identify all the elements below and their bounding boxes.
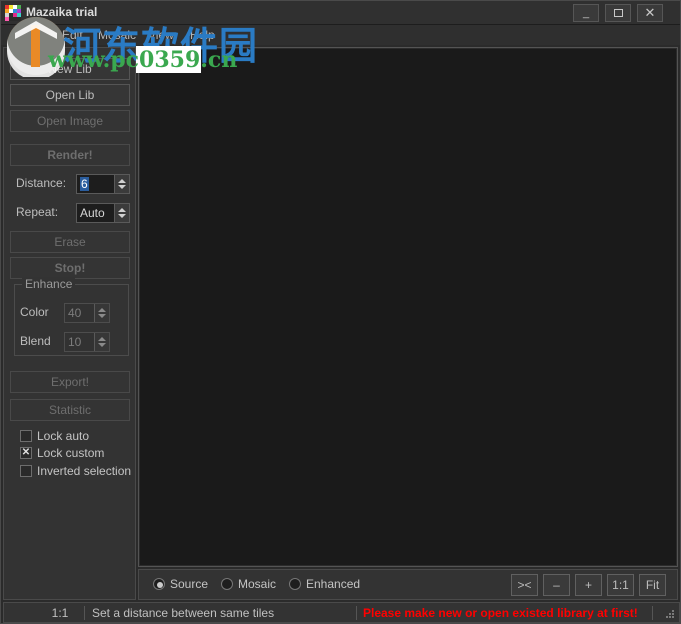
status-hint: Set a distance between same tiles [92,606,275,620]
open-image-button[interactable]: Open Image [10,110,130,132]
mosaic-grid-icon [5,5,21,21]
inverted-selection-label: Inverted selection [37,464,132,478]
color-field-row: Color 40 [20,303,140,323]
status-zoom-level: 1:1 [51,606,69,620]
radio-source-label: Source [170,577,209,591]
blend-field-row: Blend 10 [20,332,140,352]
radio-mosaic-dot[interactable] [221,578,233,590]
new-lib-button[interactable]: New Lib [10,58,130,80]
distance-stepper[interactable]: 6 [76,174,130,194]
status-divider-1 [84,606,85,620]
zoom-fit-button[interactable]: Fit [639,574,666,596]
application-window: Mazaika trial _ ✕ File Edit Mosaic View … [0,0,681,624]
export-button[interactable]: Export! [10,371,130,393]
menu-item-view[interactable]: View [143,27,179,43]
distance-spinner-arrows[interactable] [114,175,129,193]
chevron-up-icon[interactable] [98,308,106,312]
maximize-button[interactable] [605,4,631,22]
stop-button[interactable]: Stop! [10,257,130,279]
status-bar: 1:1 Set a distance between same tiles Pl… [3,602,680,623]
zoom-in-button[interactable]: + [575,574,602,596]
repeat-spinner-arrows[interactable] [114,204,129,222]
open-lib-button[interactable]: Open Lib [10,84,130,106]
color-label: Color [20,305,49,319]
color-spinner-arrows[interactable] [94,304,109,322]
color-input[interactable]: 40 [65,304,94,322]
chevron-down-icon[interactable] [118,185,126,189]
radio-source-dot[interactable] [153,578,165,590]
menu-item-file[interactable]: File [23,27,52,43]
lock-auto-label: Lock auto [37,429,90,443]
distance-input[interactable]: 6 [77,175,114,193]
statistic-button[interactable]: Statistic [10,399,130,421]
blend-stepper[interactable]: 10 [64,332,110,352]
close-button[interactable]: ✕ [637,4,663,22]
status-divider-3 [652,606,653,620]
chevron-down-icon[interactable] [98,314,106,318]
resize-grip-icon[interactable] [664,608,676,620]
radio-enhanced-dot[interactable] [289,578,301,590]
title-bar: Mazaika trial _ ✕ [1,1,680,25]
zoom-actual-size-button[interactable]: 1:1 [607,574,634,596]
repeat-input[interactable]: Auto [77,204,114,222]
render-button[interactable]: Render! [10,144,130,166]
sidebar-panel: New Lib Open Lib Open Image Render! Dist… [3,47,136,600]
enhance-group-label: Enhance [22,277,76,291]
blend-label: Blend [20,334,51,348]
lock-custom-label: Lock custom [37,446,105,460]
chevron-up-icon[interactable] [98,337,106,341]
radio-enhanced-label: Enhanced [306,577,361,591]
chevron-up-icon[interactable] [118,179,126,183]
status-warning-message: Please make new or open existed library … [363,606,638,620]
window-title: Mazaika trial [26,5,98,19]
zoom-fit-width-button[interactable]: >< [511,574,538,596]
image-canvas[interactable] [140,49,676,565]
chevron-down-icon[interactable] [98,343,106,347]
chevron-down-icon[interactable] [118,214,126,218]
view-toolbar: Source Mosaic Enhanced >< – + 1:1 Fit [138,569,678,600]
chevron-up-icon[interactable] [118,208,126,212]
menu-item-help[interactable]: Help [185,27,220,43]
lock-auto-checkbox[interactable] [20,430,32,442]
color-stepper[interactable]: 40 [64,303,110,323]
menu-item-mosaic[interactable]: Mosaic [93,27,141,43]
blend-spinner-arrows[interactable] [94,333,109,351]
status-divider-2 [356,606,357,620]
zoom-out-button[interactable]: – [543,574,570,596]
menu-bar: File Edit Mosaic View Help [1,25,680,45]
repeat-field-row: Repeat: Auto [10,203,130,223]
distance-label: Distance: [16,176,67,190]
repeat-stepper[interactable]: Auto [76,203,130,223]
repeat-label: Repeat: [16,205,59,219]
maximize-icon [613,9,623,18]
inverted-selection-checkbox[interactable] [20,465,32,477]
image-canvas-panel[interactable] [138,47,678,567]
distance-field-row: Distance: 6 [10,174,130,194]
minimize-button[interactable]: _ [573,4,599,22]
lock-custom-checkbox[interactable]: ✕ [20,447,32,459]
radio-mosaic-label: Mosaic [238,577,277,591]
erase-button[interactable]: Erase [10,231,130,253]
blend-input[interactable]: 10 [65,333,94,351]
menu-item-edit[interactable]: Edit [57,27,88,43]
